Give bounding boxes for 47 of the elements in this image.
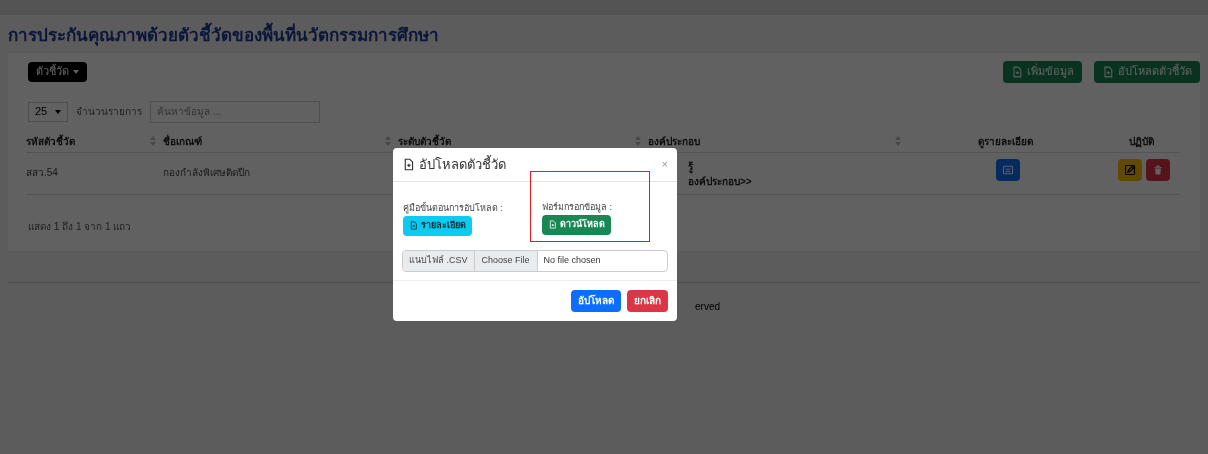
table-cell-text: รู้ [688,159,694,174]
edit-icon [1124,163,1136,176]
upload-button[interactable]: อัปโหลด [571,289,621,312]
section-label: คู่มือขั้นตอนการอัปโหลด : [403,202,503,216]
column-header[interactable]: ชื่อเกณฑ์ [163,133,202,149]
file-icon [1102,65,1114,78]
toolbar-button[interactable]: เพิ่มข้อมูล [1003,60,1082,83]
file-input[interactable]: แนบไฟล์ .CSV Choose File No file chosen [402,249,668,272]
caret-icon [55,109,62,114]
column-header[interactable]: ดูรายละเอียด [977,133,1033,149]
dialog-title: อัปโหลดตัวชี้วัด [419,154,506,174]
choose-file-button[interactable]: Choose File [474,250,538,271]
column-header[interactable]: องค์ประกอบ [648,133,700,149]
page-size-select[interactable]: 25 [28,101,69,122]
close-button[interactable]: × [661,156,668,173]
file-icon [409,221,418,230]
column-header[interactable]: รหัสตัวชี้วัด [26,133,75,149]
table-cell: กองกำลังพิเศษติดปีก [163,166,250,178]
page-title: การประกันคุณภาพด้วยตัวชี้วัดของพื้นที่นวัตกรรมการศึกษา [8,23,1200,49]
edit-button[interactable] [1118,158,1142,181]
file-icon [1011,65,1023,78]
column-header[interactable]: ปฏิบัติ [1128,133,1154,149]
footer-text: erved [695,300,720,312]
file-icon [548,220,557,229]
delete-button[interactable] [1146,158,1170,181]
details-button[interactable]: รายละเอียด [403,215,472,236]
section-label: ฟอร์มกรอกข้อมูล : [542,201,612,215]
details-icon [1002,163,1014,176]
table-cell: สสว.54 [26,166,58,178]
table-info: แสดง 1 ถึง 1 จาก 1 แถว [28,220,132,232]
page-size-label: จำนวนรายการ [76,105,143,119]
sort-icon [634,135,642,147]
table-cell-text: องค์ประกอบ>> [688,174,753,189]
menu-button[interactable]: ตัวชี้วัด [28,61,87,82]
column-header[interactable]: ระดับตัวชี้วัด [398,133,451,149]
file-upload-icon [402,158,415,171]
view-button[interactable] [996,158,1020,181]
caret-icon [73,69,79,74]
file-status: No file chosen [542,253,602,267]
sort-icon [894,135,902,147]
cancel-button[interactable]: ยกเลิก [627,289,668,312]
trash-icon [1152,163,1164,176]
toolbar-button[interactable]: อัปโหลดตัวชี้วัด [1094,60,1200,83]
sort-icon [149,135,157,147]
download-button[interactable]: ดาวน์โหลด [542,214,611,235]
file-input-addon: แนบไฟล์ .CSV [403,250,475,271]
sort-icon [384,135,392,147]
